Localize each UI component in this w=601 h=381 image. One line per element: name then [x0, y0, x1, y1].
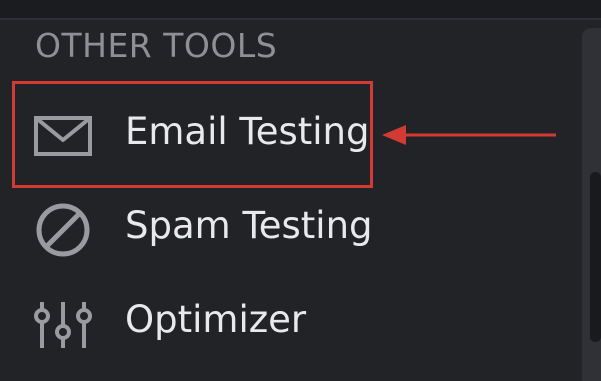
sliders-icon — [34, 302, 92, 348]
top-divider — [0, 0, 601, 20]
sidebar-item-label: Spam Testing — [125, 204, 373, 247]
sidebar-item-spam-testing[interactable]: Spam Testing — [0, 182, 560, 276]
sidebar-screenshot: OTHER TOOLS Email Testing Spam Testing O… — [0, 0, 601, 381]
prohibited-icon — [36, 203, 90, 257]
section-title: OTHER TOOLS — [35, 26, 278, 65]
scrollbar-thumb[interactable] — [590, 172, 601, 342]
envelope-icon — [34, 116, 92, 156]
annotation-arrow-icon — [382, 125, 556, 145]
sidebar-item-optimizer[interactable]: Optimizer — [0, 276, 560, 370]
sidebar-item-label: Email Testing — [125, 110, 370, 153]
sidebar-item-label: Optimizer — [125, 298, 307, 341]
